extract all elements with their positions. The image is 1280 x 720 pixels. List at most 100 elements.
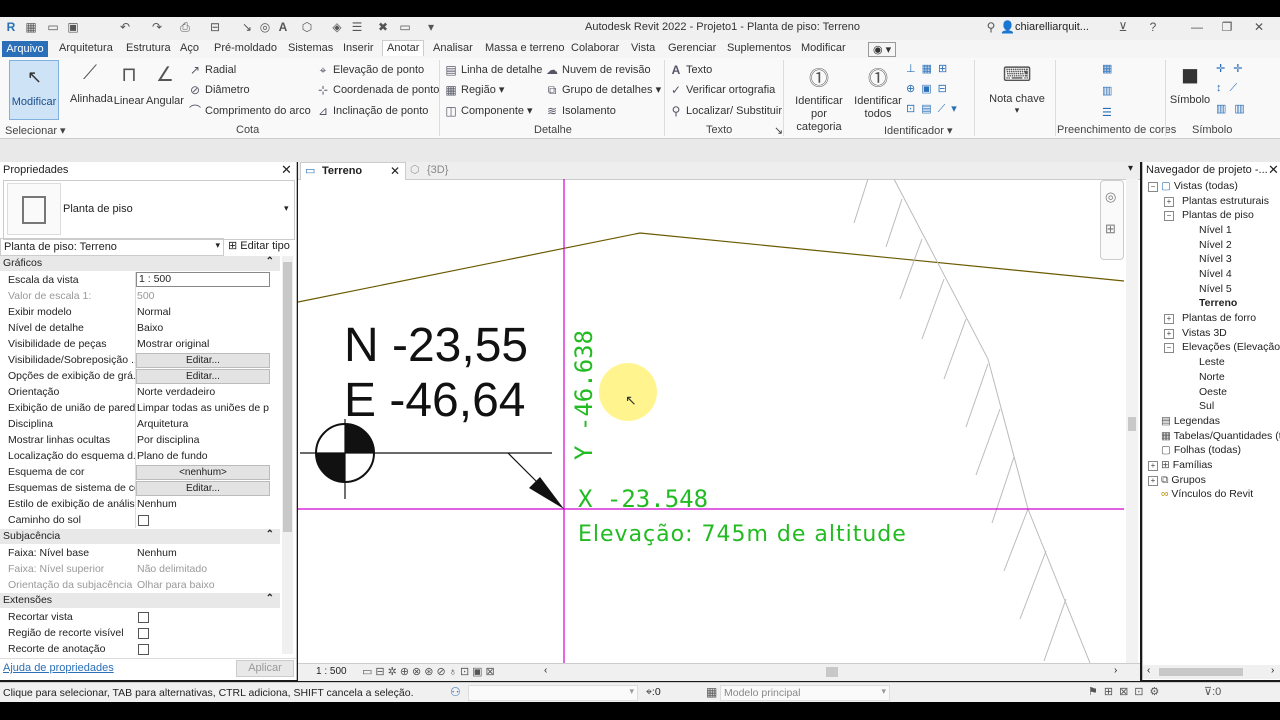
ribbon-toggle-icon[interactable]: ◉ ▾ xyxy=(868,42,897,57)
tree-item-nivel-5[interactable]: Nível 5 xyxy=(1199,283,1232,295)
expand-icon[interactable]: + xyxy=(1148,461,1158,471)
menu-colaborar[interactable]: Colaborar xyxy=(571,42,619,54)
maximize-icon[interactable]: ❐ xyxy=(1220,20,1234,34)
prop-row[interactable]: Nível de detalhe Baixo xyxy=(0,320,280,336)
tree-item-norte[interactable]: Norte xyxy=(1199,371,1225,383)
color-scheme-button[interactable]: <nenhum> xyxy=(136,465,270,480)
prop-row[interactable]: Visibilidade de peças Mostrar original xyxy=(0,336,280,352)
tree-item-vistas-3d[interactable]: Vistas 3D xyxy=(1182,327,1227,339)
steering-wheel-icon[interactable]: ◎ xyxy=(1105,189,1116,205)
properties-close-icon[interactable]: ✕ xyxy=(281,162,292,178)
identificar-todos-button[interactable]: ⓵ Identificar todos xyxy=(854,62,902,121)
tree-item-plantas-forro[interactable]: Plantas de forro xyxy=(1182,312,1256,324)
prop-value[interactable]: Norte verdadeiro xyxy=(137,386,269,398)
pipe-legend-icon[interactable]: ☰ xyxy=(1102,106,1112,119)
collapse-icon[interactable]: − xyxy=(1148,182,1158,192)
vertical-scrollbar[interactable] xyxy=(1126,179,1138,663)
north-coordinate[interactable]: N -23,55 xyxy=(344,319,528,372)
alinhada-button[interactable]: ⟋ Alinhada xyxy=(70,62,113,105)
tag-icon[interactable]: ◎ xyxy=(258,20,272,34)
menu-massa-terreno[interactable]: Massa e terreno xyxy=(485,42,564,54)
prop-row[interactable]: Estilo de exibição de anális... Nenhum xyxy=(0,496,280,512)
diametro-button[interactable]: ⊘ Diâmetro xyxy=(188,83,250,97)
section-subjacencia[interactable]: Subjacência ⌃ xyxy=(0,529,280,544)
redo-icon[interactable]: ↷ xyxy=(150,20,164,34)
expand-icon[interactable]: + xyxy=(1164,314,1174,324)
tree-item-nivel-1[interactable]: Nível 1 xyxy=(1199,224,1232,236)
drawing-canvas[interactable]: N -23,55 E -46,64 Y -46.638 X -23.548 El… xyxy=(298,179,1140,663)
linha-detalhe-button[interactable]: ▤ Linha de detalhe xyxy=(444,63,542,77)
worksharing-icon[interactable]: ⚇ xyxy=(450,685,461,699)
menu-inserir[interactable]: Inserir xyxy=(343,42,374,54)
close-hidden-icon[interactable]: ✖ xyxy=(376,20,390,34)
design-options-icon[interactable]: ▦ xyxy=(706,685,717,699)
menu-estrutura[interactable]: Estrutura xyxy=(126,42,171,54)
browser-close-icon[interactable]: ✕ xyxy=(1268,162,1279,178)
texto-button[interactable]: A Texto xyxy=(669,63,713,77)
scroll-left-icon[interactable]: ‹ xyxy=(544,665,547,676)
keynote-tools-icons[interactable]: ⊕▣⊟ xyxy=(906,82,953,95)
simbolo-button[interactable]: ◼ Símbolo xyxy=(1168,62,1212,106)
minimize-icon[interactable]: — xyxy=(1190,20,1204,34)
switch-windows-icon[interactable]: ▭ xyxy=(398,20,412,34)
edit-button[interactable]: Editar... xyxy=(136,369,270,384)
verificar-ortografia-button[interactable]: ✓ Verificar ortografia xyxy=(669,83,775,97)
tree-item-elevacoes[interactable]: Elevações (Elevação d xyxy=(1182,341,1280,353)
prop-value[interactable]: Nenhum xyxy=(137,498,269,510)
tree-item-oeste[interactable]: Oeste xyxy=(1199,386,1227,398)
tree-item-plantas-estruturais[interactable]: Plantas estruturais xyxy=(1182,195,1269,207)
tree-item-plantas-piso[interactable]: Plantas de piso xyxy=(1182,209,1254,221)
properties-scrollbar[interactable] xyxy=(282,256,293,654)
property-line[interactable] xyxy=(298,232,1125,303)
sun-path-checkbox[interactable] xyxy=(138,515,149,526)
close-icon[interactable]: ✕ xyxy=(1252,20,1266,34)
design-option-dropdown[interactable]: Modelo principal ▾ xyxy=(720,685,890,701)
tree-item-legendas[interactable]: ▤ Legendas xyxy=(1161,415,1220,427)
menu-analisar[interactable]: Analisar xyxy=(433,42,473,54)
selecionar-dropdown[interactable]: Selecionar ▾ xyxy=(5,124,66,137)
menu-arquitetura[interactable]: Arquitetura xyxy=(59,42,113,54)
prop-value[interactable]: Nenhum xyxy=(137,547,269,559)
x-coordinate-label[interactable]: X -23.548 xyxy=(578,485,708,513)
zoom-icon[interactable]: ⊞ xyxy=(1105,221,1116,237)
comprimento-arco-button[interactable]: ⌒ Comprimento do arco xyxy=(188,104,311,118)
menu-suplementos[interactable]: Suplementos xyxy=(727,42,791,54)
annotation-crop-checkbox[interactable] xyxy=(138,644,149,655)
menu-arquivo[interactable]: Arquivo xyxy=(2,41,48,57)
horizontal-scrollbar-thumb[interactable] xyxy=(826,667,838,677)
tree-item-nivel-3[interactable]: Nível 3 xyxy=(1199,253,1232,265)
text-icon[interactable]: A xyxy=(276,20,290,34)
selection-option-icons[interactable]: ⚑⊞⊠⊡⚙ xyxy=(1088,685,1165,698)
menu-sistemas[interactable]: Sistemas xyxy=(288,42,333,54)
drawing-area[interactable]: ▭ Terreno ✕ ⬡ {3D} ▾ N -23,55 E -46,64 Y… xyxy=(298,162,1140,681)
linear-button[interactable]: ⊓ Linear xyxy=(112,62,146,107)
texto-panel-expand-icon[interactable]: ↘ xyxy=(774,124,783,137)
tag-tools-icons[interactable]: ⊥▦⊞ xyxy=(906,62,953,75)
help-icon[interactable]: ? xyxy=(1146,20,1160,34)
prop-row[interactable]: Orientação Norte verdadeiro xyxy=(0,384,280,400)
tree-item-nivel-2[interactable]: Nível 2 xyxy=(1199,239,1232,251)
scroll-right-icon[interactable]: › xyxy=(1114,665,1117,676)
coordenada-ponto-button[interactable]: ⊹ Coordenada de ponto xyxy=(316,83,439,97)
menu-gerenciar[interactable]: Gerenciar xyxy=(668,42,716,54)
beam-annotation-icons[interactable]: ↕⟋ xyxy=(1216,82,1245,95)
span-direction-icons[interactable]: ✛✛ xyxy=(1216,62,1250,75)
home-icon[interactable]: ▦ xyxy=(24,20,38,34)
scale-input[interactable]: 1 : 500 xyxy=(136,272,270,287)
tab-close-icon[interactable]: ✕ xyxy=(390,164,400,178)
prop-row[interactable]: Disciplina Arquitetura xyxy=(0,416,280,432)
localizar-substituir-button[interactable]: ⚲ Localizar/ Substituir xyxy=(669,104,782,118)
instance-selector[interactable]: Planta de piso: Terreno ▾ xyxy=(0,238,224,256)
tree-item-leste[interactable]: Leste xyxy=(1199,356,1225,368)
tree-item-folhas[interactable]: ▢ Folhas (todas) xyxy=(1161,444,1241,456)
prop-row[interactable]: Exibição de união de parede Limpar todas … xyxy=(0,400,280,416)
dimension-icon[interactable]: ↘ xyxy=(240,20,254,34)
view-control-icons[interactable]: ▭⊟✲⊕⊗⊛⊘♁⊡▣⊠ xyxy=(362,665,498,678)
regiao-button[interactable]: ▦ Região ▾ xyxy=(444,83,504,97)
apply-button[interactable]: Aplicar xyxy=(236,660,294,677)
prop-row[interactable]: Mostrar linhas ocultas Por disciplina xyxy=(0,432,280,448)
nuvem-revisao-button[interactable]: ☁ Nuvem de revisão xyxy=(545,63,651,77)
tree-item-tabelas[interactable]: ▦ Tabelas/Quantidades (t xyxy=(1161,430,1280,442)
elevation-label[interactable]: Elevação: 745m de altitude xyxy=(578,522,907,547)
tab-3d[interactable]: ⬡ {3D} xyxy=(408,162,468,179)
